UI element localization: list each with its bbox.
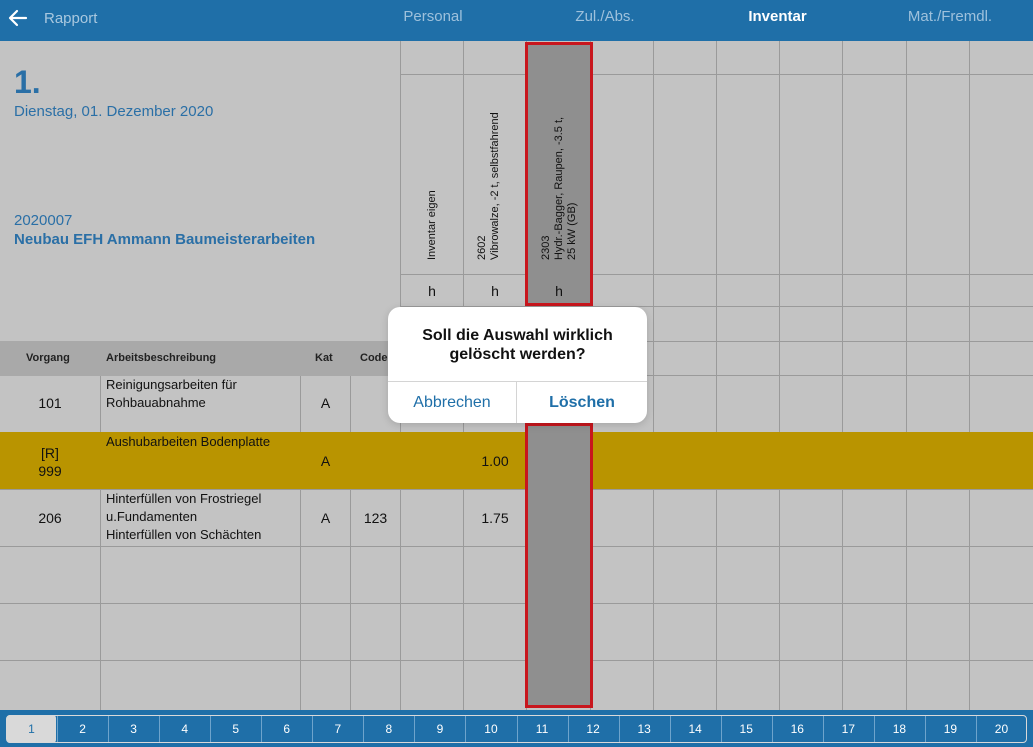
day-number: 1. — [14, 64, 41, 100]
description-line: Rohbauabnahme — [106, 395, 206, 410]
delete-button[interactable]: Löschen — [517, 382, 647, 423]
page-button[interactable]: 20 — [977, 715, 1026, 743]
page-separator — [975, 716, 977, 742]
column-header-code[interactable]: Code — [360, 352, 388, 364]
page-separator — [465, 716, 467, 742]
cell-beschreibung: Aushubarbeiten Bodenplatte — [106, 433, 270, 451]
page-button[interactable]: 16 — [773, 715, 822, 743]
page-button[interactable]: 12 — [569, 715, 618, 743]
column-label-inventar-eigen[interactable]: Inventar eigen — [426, 190, 439, 260]
column-label-line: Inventar eigen — [426, 190, 438, 260]
page-separator — [618, 716, 620, 742]
column-header-arbeitsbeschreibung[interactable]: Arbeitsbeschreibung — [106, 352, 216, 364]
page-separator — [873, 716, 875, 742]
cell-value[interactable]: 1.00 — [464, 453, 526, 469]
project-number: 2020007 — [14, 212, 73, 229]
page-separator — [363, 716, 365, 742]
report-date: Dienstag, 01. Dezember 2020 — [14, 103, 214, 120]
grid-line — [0, 603, 1033, 604]
dialog-message-line: Soll die Auswahl wirklich — [422, 327, 613, 344]
column-label-line: Hydr.-Bagger, Raupen, -3.5 t, — [553, 116, 565, 260]
page-separator — [159, 716, 161, 742]
page-separator — [57, 716, 59, 742]
cell-vorgang: [R] 999 — [0, 444, 100, 480]
page-separator — [414, 716, 416, 742]
tab-inventar[interactable]: Inventar — [730, 0, 825, 36]
page-button[interactable]: 2 — [58, 715, 107, 743]
page-separator — [312, 716, 314, 742]
selected-column-cells[interactable] — [525, 423, 593, 708]
column-header-vorgang[interactable]: Vorgang — [26, 352, 70, 364]
description-line: u.Fundamenten — [106, 509, 198, 524]
column-label-line: Vibrowalze, -2 t, selbstfahrend — [489, 112, 501, 260]
page-button[interactable]: 17 — [824, 715, 873, 743]
page-button[interactable]: 11 — [518, 715, 567, 743]
page-separator — [567, 716, 569, 742]
column-label-2602[interactable]: 2602 Vibrowalze, -2 t, selbstfahrend — [476, 112, 502, 260]
vorgang-prefix: [R] — [41, 445, 59, 461]
top-nav-bar: Rapport Personal Zul./Abs. Inventar Mat.… — [0, 0, 1033, 41]
cell-vorgang: 206 — [38, 510, 62, 526]
page-separator — [108, 716, 110, 742]
grid-line — [401, 74, 1033, 75]
page-button[interactable]: 18 — [875, 715, 924, 743]
page-button[interactable]: 10 — [466, 715, 515, 743]
confirm-delete-dialog: Soll die Auswahl wirklich gelöscht werde… — [388, 307, 647, 423]
cell-beschreibung: Hinterfüllen von Frostriegel u.Fundament… — [106, 490, 261, 544]
description-line: Aushubarbeiten Bodenplatte — [106, 434, 271, 449]
cell-kat: A — [320, 510, 331, 526]
page-button[interactable]: 8 — [364, 715, 413, 743]
page-separator — [210, 716, 212, 742]
page-button[interactable]: 15 — [722, 715, 771, 743]
column-label-2303[interactable]: 2303 Hydr.-Bagger, Raupen, -3.5 t, 25 kW… — [540, 117, 579, 260]
grid-line — [401, 274, 1033, 275]
page-button[interactable]: 9 — [415, 715, 464, 743]
dialog-message-line: gelöscht werden? — [449, 346, 586, 363]
page-button[interactable]: 1 — [7, 715, 57, 743]
column-unit: h — [428, 283, 436, 299]
project-name: Neubau EFH Ammann Baumeisterarbeiten — [14, 231, 316, 248]
page-button[interactable]: 3 — [109, 715, 158, 743]
page-button[interactable]: 14 — [671, 715, 720, 743]
column-label-line: 2602 — [476, 235, 488, 260]
description-line: Reinigungsarbeiten für — [106, 377, 237, 392]
cell-vorgang: 101 — [38, 395, 62, 411]
page-separator — [924, 716, 926, 742]
page-separator — [771, 716, 773, 742]
cell-beschreibung: Reinigungsarbeiten für Rohbauabnahme — [106, 376, 237, 412]
page-separator — [516, 716, 518, 742]
description-line: Hinterfüllen von Schächten — [106, 527, 262, 542]
dialog-message: Soll die Auswahl wirklich gelöscht werde… — [388, 326, 647, 364]
grid-line — [0, 546, 1033, 547]
arrow-left-icon — [8, 9, 28, 27]
tab-personal[interactable]: Personal — [388, 0, 478, 36]
back-button[interactable]: Rapport — [6, 4, 106, 32]
column-unit: h — [491, 283, 499, 299]
page-button[interactable]: 4 — [160, 715, 209, 743]
cell-kat: A — [320, 395, 331, 411]
page-separator — [669, 716, 671, 742]
cell-value[interactable]: 1.75 — [464, 510, 526, 526]
column-header-kat[interactable]: Kat — [315, 352, 333, 364]
page-separator — [720, 716, 722, 742]
page-button[interactable]: 19 — [926, 715, 975, 743]
column-unit: h — [555, 283, 563, 299]
cell-kat: A — [320, 453, 331, 469]
column-label-line: 25 kW (GB) — [566, 202, 578, 260]
page-separator — [261, 716, 263, 742]
page-button[interactable]: 5 — [211, 715, 260, 743]
tab-mat-fremdl[interactable]: Mat./Fremdl. — [895, 0, 1005, 36]
page-button[interactable]: 7 — [313, 715, 362, 743]
grid-line — [0, 660, 1033, 661]
back-label: Rapport — [44, 9, 98, 27]
page-button[interactable]: 6 — [262, 715, 311, 743]
page-separator — [822, 716, 824, 742]
tab-zul-abs[interactable]: Zul./Abs. — [560, 0, 650, 36]
page-button[interactable]: 13 — [620, 715, 669, 743]
vorgang-number: 999 — [38, 463, 62, 479]
column-label-line: 2303 — [540, 235, 552, 260]
cancel-button[interactable]: Abbrechen — [388, 382, 516, 423]
description-line: Hinterfüllen von Frostriegel — [106, 491, 262, 506]
cell-code: 123 — [363, 510, 388, 526]
